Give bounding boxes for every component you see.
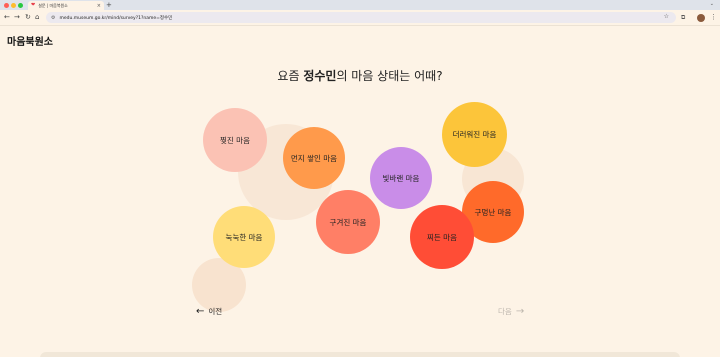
tab-close-icon[interactable]: × [97,3,101,9]
option-dirty-heart[interactable]: 더러워진 마음 [442,102,507,167]
bookmark-star-icon[interactable]: ☆ [664,13,669,20]
menu-dots-icon[interactable]: ⋮ [710,13,717,22]
site-logo[interactable]: 마음북원소 [7,33,53,48]
browser-toolbar: ← → ↻ ⌂ ⚙ medu.museum.go.kr/mind/survey?… [0,10,720,26]
extensions-puzzle-icon[interactable]: ⧉ [681,14,685,22]
option-label: 빛바랜 마음 [382,173,420,183]
browser-tab-bar: ❤ 설문 | 마음북원소 × + ⌄ [0,0,720,10]
heart-favicon-icon: ❤ [31,2,36,8]
option-dusty-heart[interactable]: 먼지 쌓인 마음 [283,127,345,189]
option-torn-heart[interactable]: 찢진 마음 [203,108,267,172]
back-arrow-icon[interactable]: ← [4,13,10,22]
prev-button[interactable]: ← 이전 [196,306,222,317]
option-grimy-heart[interactable]: 찌든 마음 [410,205,474,269]
option-label: 찢진 마음 [220,135,250,145]
arrow-right-icon: → [515,305,525,317]
address-bar[interactable]: ⚙ medu.museum.go.kr/mind/survey?1?name=정… [46,12,676,23]
url-text[interactable]: medu.museum.go.kr/mind/survey?1?name=정수민 [59,15,172,21]
home-icon[interactable]: ⌂ [35,13,39,22]
option-label: 찌든 마음 [427,232,457,242]
window-close-dot[interactable] [4,3,9,8]
question-user-name: 정수민 [303,69,337,83]
next-button[interactable]: 다음 → [498,306,524,317]
option-label: 더러워진 마음 [452,130,497,139]
new-tab-button[interactable]: + [106,0,112,10]
option-label: 먼지 쌓인 마음 [290,153,338,163]
next-label: 다음 [498,307,512,316]
option-damp-heart[interactable]: 눅눅한 마음 [213,206,275,268]
footer-panel-edge [40,352,680,357]
tab-list-chevron-icon[interactable]: ⌄ [710,1,714,7]
option-label: 눅눅한 마음 [225,232,263,242]
window-maximize-dot[interactable] [18,3,23,8]
site-info-icon[interactable]: ⚙ [51,15,55,21]
window-minimize-dot[interactable] [11,3,16,8]
tab-title: 설문 | 마음북원소 [38,2,68,8]
option-faded-heart[interactable]: 빛바랜 마음 [370,147,432,209]
profile-avatar[interactable] [697,14,705,22]
browser-tab[interactable]: ❤ 설문 | 마음북원소 × [28,1,104,10]
forward-arrow-icon[interactable]: → [14,13,20,22]
option-label: 구겨진 마음 [329,217,367,227]
option-crumpled-heart[interactable]: 구겨진 마음 [316,190,380,254]
question-suffix: 의 마음 상태는 어때? [336,69,443,83]
option-label: 구멍난 마음 [474,207,512,217]
reload-icon[interactable]: ↻ [25,13,31,22]
arrow-left-icon: ← [196,305,205,317]
question-prefix: 요즘 [277,69,304,83]
prev-label: 이전 [208,307,223,316]
page-question: 요즘 정수민의 마음 상태는 어때? [0,67,720,84]
